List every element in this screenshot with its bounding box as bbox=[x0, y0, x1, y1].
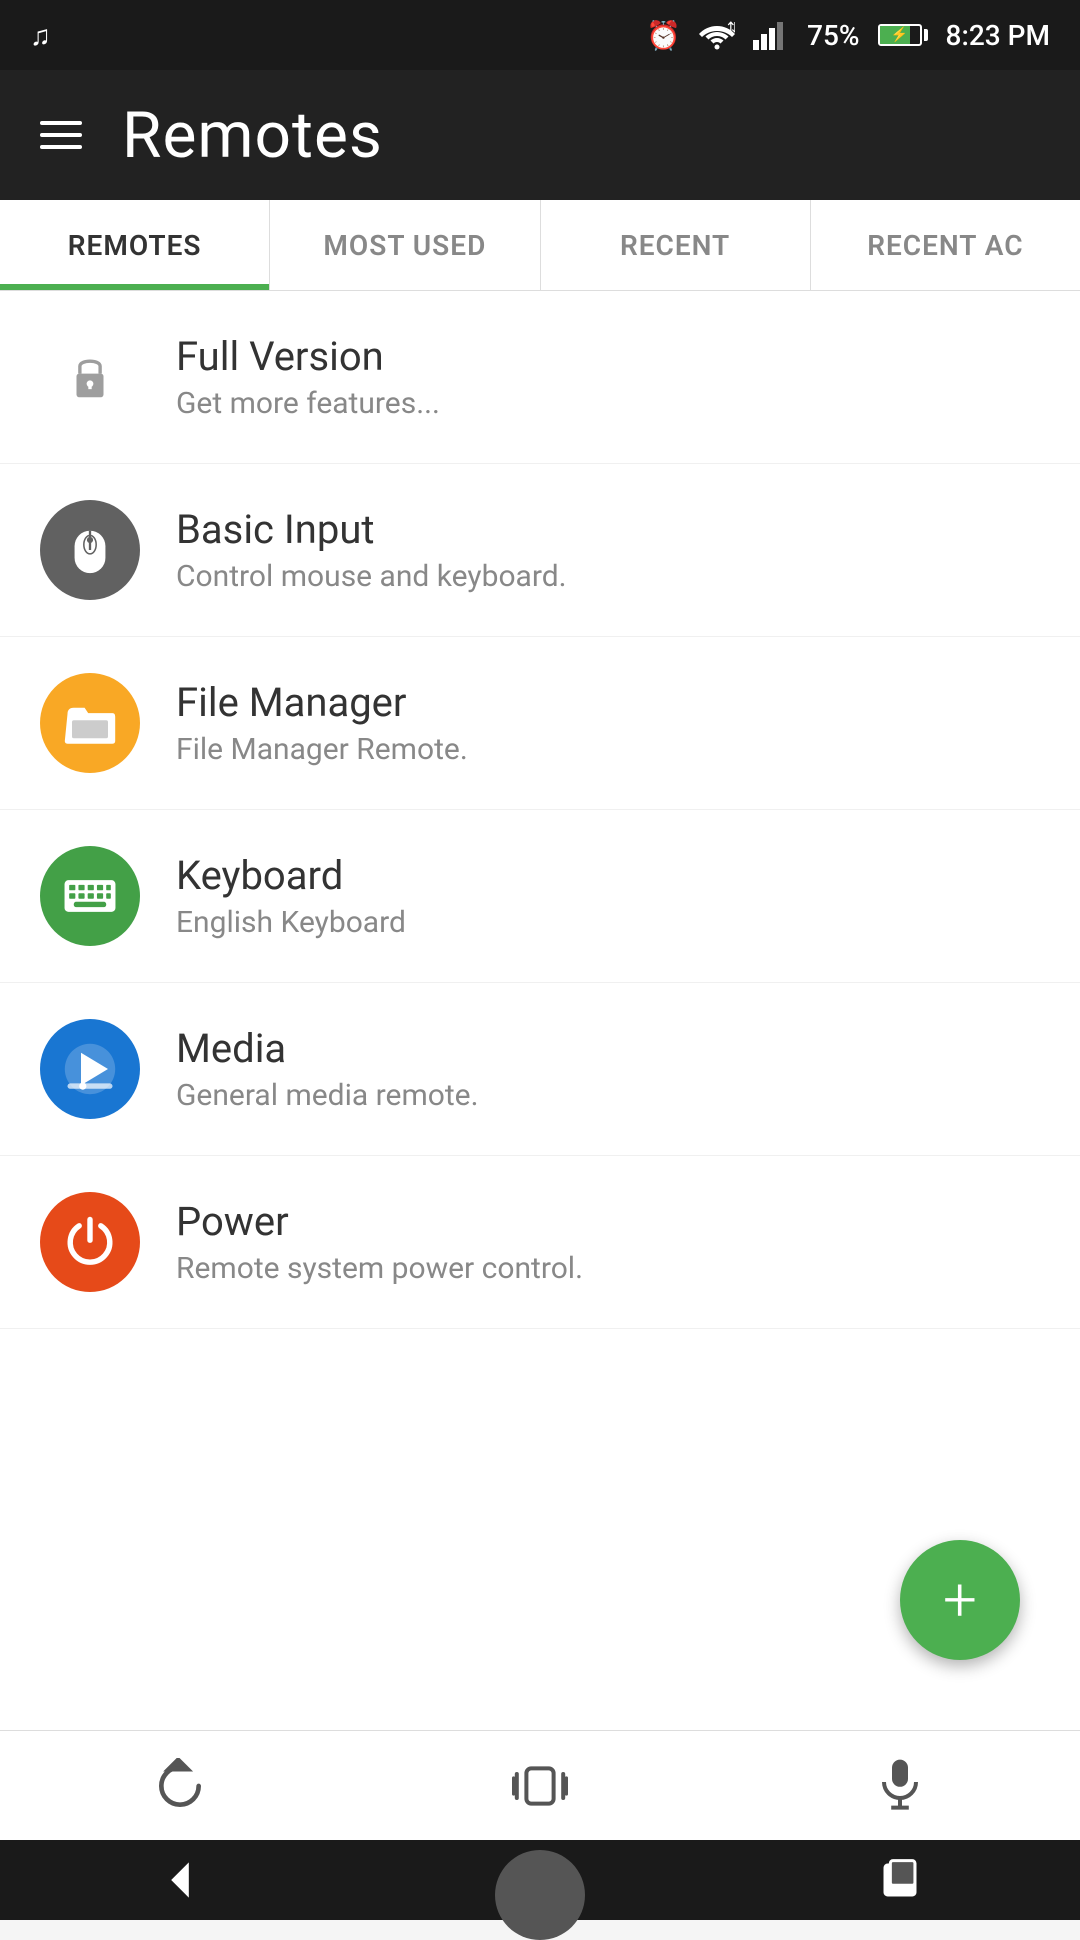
list-item-power[interactable]: Power Remote system power control. bbox=[0, 1156, 1080, 1329]
content-area: REMOTES MOST USED RECENT RECENT AC bbox=[0, 200, 1080, 1730]
tab-active-indicator bbox=[0, 284, 269, 290]
microphone-button[interactable] bbox=[860, 1746, 940, 1826]
refresh-button[interactable] bbox=[140, 1746, 220, 1826]
power-subtitle: Remote system power control. bbox=[176, 1251, 583, 1286]
list-item-keyboard[interactable]: Keyboard English Keyboard bbox=[0, 810, 1080, 983]
recents-icon bbox=[878, 1858, 922, 1902]
tab-remotes[interactable]: REMOTES bbox=[0, 200, 270, 290]
status-bar-right: ⏰ ⇅ 75% ⚡ 8:23 PM bbox=[646, 19, 1050, 52]
time-display: 8:23 PM bbox=[946, 19, 1050, 52]
media-text: Media General media remote. bbox=[176, 1025, 479, 1113]
keyboard-subtitle: English Keyboard bbox=[176, 905, 406, 940]
add-remote-fab[interactable]: + bbox=[900, 1540, 1020, 1660]
power-title: Power bbox=[176, 1198, 583, 1245]
tab-remotes-label: REMOTES bbox=[68, 229, 202, 262]
music-icon: ♫ bbox=[30, 19, 51, 52]
tab-recent-ac-label: RECENT AC bbox=[867, 229, 1023, 262]
file-manager-icon-bg bbox=[40, 673, 140, 773]
alarm-icon: ⏰ bbox=[646, 19, 681, 52]
menu-line-1 bbox=[40, 121, 82, 125]
basic-input-subtitle: Control mouse and keyboard. bbox=[176, 559, 567, 594]
tab-recent-ac[interactable]: RECENT AC bbox=[811, 200, 1080, 290]
list-item-media[interactable]: Media General media remote. bbox=[0, 983, 1080, 1156]
battery-icon: ⚡ bbox=[878, 24, 928, 46]
nav-circle-decoration bbox=[495, 1850, 585, 1940]
tab-recent[interactable]: RECENT bbox=[541, 200, 811, 290]
full-version-subtitle: Get more features... bbox=[176, 386, 440, 421]
keyboard-icon-bg bbox=[40, 846, 140, 946]
back-button[interactable] bbox=[158, 1858, 202, 1902]
bottom-action-bar bbox=[0, 1730, 1080, 1840]
lock-icon bbox=[63, 350, 117, 404]
list-item-file-manager[interactable]: File Manager File Manager Remote. bbox=[0, 637, 1080, 810]
menu-button[interactable] bbox=[40, 121, 82, 149]
tabs-container: REMOTES MOST USED RECENT RECENT AC bbox=[0, 200, 1080, 291]
tab-recent-label: RECENT bbox=[620, 229, 730, 262]
list-item-basic-input[interactable]: Basic Input Control mouse and keyboard. bbox=[0, 464, 1080, 637]
basic-input-text: Basic Input Control mouse and keyboard. bbox=[176, 506, 567, 594]
media-title: Media bbox=[176, 1025, 479, 1072]
basic-input-title: Basic Input bbox=[176, 506, 567, 553]
tab-most-used[interactable]: MOST USED bbox=[270, 200, 540, 290]
list-item-full-version[interactable]: Full Version Get more features... bbox=[0, 291, 1080, 464]
page-title: Remotes bbox=[122, 98, 383, 173]
svg-text:⇅: ⇅ bbox=[727, 20, 735, 36]
menu-line-3 bbox=[40, 145, 82, 149]
recents-button[interactable] bbox=[878, 1858, 922, 1902]
basic-input-icon-bg bbox=[40, 500, 140, 600]
navigation-bar bbox=[0, 1840, 1080, 1920]
keyboard-text: Keyboard English Keyboard bbox=[176, 852, 406, 940]
media-icon-bg bbox=[40, 1019, 140, 1119]
signal-icon bbox=[753, 20, 789, 50]
menu-line-2 bbox=[40, 133, 82, 137]
remotes-list: Full Version Get more features... Basic … bbox=[0, 291, 1080, 1730]
full-version-text: Full Version Get more features... bbox=[176, 333, 440, 421]
app-header: Remotes bbox=[0, 70, 1080, 200]
battery-percent: 75% bbox=[807, 19, 859, 52]
refresh-icon bbox=[152, 1758, 208, 1814]
keyboard-icon bbox=[63, 869, 117, 923]
fab-plus-icon: + bbox=[943, 1570, 977, 1630]
full-version-title: Full Version bbox=[176, 333, 440, 380]
microphone-icon bbox=[872, 1758, 928, 1814]
power-text: Power Remote system power control. bbox=[176, 1198, 583, 1286]
wifi-icon: ⇅ bbox=[699, 20, 735, 50]
back-icon bbox=[158, 1858, 202, 1902]
folder-icon bbox=[63, 696, 117, 750]
status-bar: ♫ ⏰ ⇅ 75% ⚡ 8:23 PM bbox=[0, 0, 1080, 70]
file-manager-text: File Manager File Manager Remote. bbox=[176, 679, 468, 767]
file-manager-title: File Manager bbox=[176, 679, 468, 726]
full-version-icon-bg bbox=[40, 327, 140, 427]
mouse-icon bbox=[63, 523, 117, 577]
vibrate-icon bbox=[512, 1758, 568, 1814]
power-icon bbox=[63, 1215, 117, 1269]
power-icon-bg bbox=[40, 1192, 140, 1292]
status-bar-left: ♫ bbox=[30, 19, 51, 52]
tab-most-used-label: MOST USED bbox=[323, 229, 486, 262]
keyboard-title: Keyboard bbox=[176, 852, 406, 899]
media-subtitle: General media remote. bbox=[176, 1078, 479, 1113]
media-play-icon bbox=[63, 1042, 117, 1096]
vibrate-button[interactable] bbox=[500, 1746, 580, 1826]
file-manager-subtitle: File Manager Remote. bbox=[176, 732, 468, 767]
